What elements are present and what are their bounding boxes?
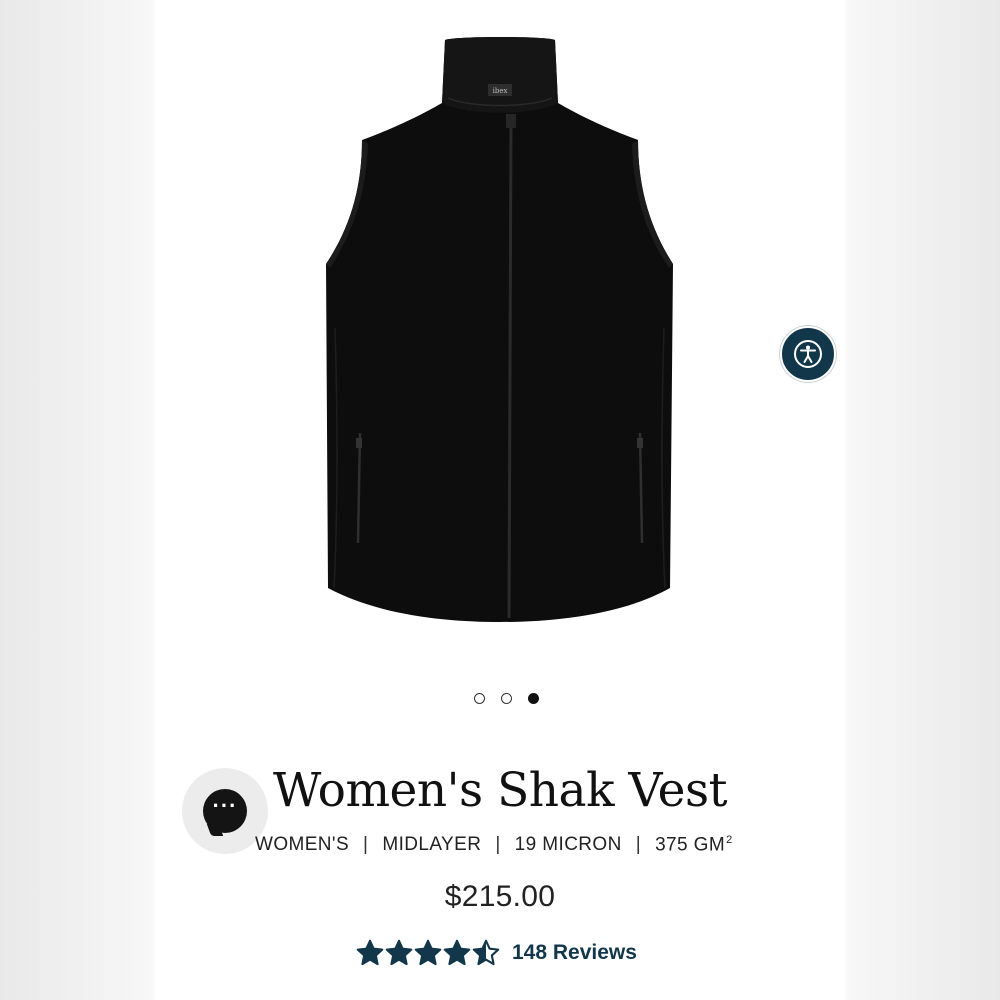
star-icon: [472, 939, 500, 966]
star-rating: [356, 939, 500, 967]
star-icon: [385, 939, 413, 966]
accessibility-icon: [794, 340, 822, 368]
attribute-gender: WOMEN'S: [255, 834, 350, 856]
product-price: $215.00: [444, 880, 556, 913]
star-icon: [356, 939, 384, 966]
star-icon: [414, 939, 442, 966]
carousel-indicators: [0, 693, 1000, 709]
carousel-dot[interactable]: [500, 693, 512, 704]
attribute-separator: |: [635, 834, 642, 856]
attribute-layer: MIDLAYER: [382, 834, 482, 856]
carousel-dot[interactable]: [473, 693, 485, 704]
product-title: Women's Shak Vest: [273, 763, 727, 818]
page: ibex ··· Women's Shak Vest WOMEN'S | MID…: [0, 0, 1000, 1000]
accessibility-button[interactable]: [780, 326, 836, 382]
attribute-weight: 375 GM2: [655, 834, 733, 856]
product-attributes: WOMEN'S | MIDLAYER | 19 MICRON | 375 GM2: [255, 834, 735, 856]
reviews-link[interactable]: 148 Reviews: [512, 941, 637, 965]
attribute-separator: |: [363, 834, 369, 856]
vest-illustration: ibex: [326, 37, 673, 622]
carousel-dot-active[interactable]: [527, 693, 539, 704]
product-image[interactable]: ibex: [290, 28, 710, 628]
brand-label: ibex: [493, 87, 508, 95]
attribute-separator: |: [495, 834, 501, 856]
chat-dots: ···: [212, 793, 238, 818]
product-rating[interactable]: 148 Reviews: [356, 936, 637, 970]
attribute-micron: 19 MICRON: [514, 834, 622, 856]
star-icon: [443, 939, 471, 966]
